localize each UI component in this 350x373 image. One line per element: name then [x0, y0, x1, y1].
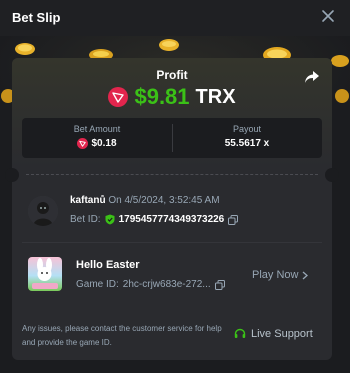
shield-icon — [105, 214, 115, 225]
modal-title: Bet Slip — [12, 10, 61, 25]
bet-id-label: Bet ID: — [70, 214, 101, 225]
play-now-label: Play Now — [252, 269, 299, 281]
bet-card: Profit $9.81 TRX Bet Amount $0.18 Payout… — [5, 58, 339, 360]
left-notch — [5, 168, 19, 182]
bet-amount-value-wrap: $0.18 — [22, 138, 172, 149]
bet-date: On 4/5/2024, 3:52:45 AM — [108, 195, 220, 206]
ticket-perforation — [5, 168, 339, 182]
section-divider — [22, 242, 322, 243]
headset-icon — [234, 328, 246, 338]
chevron-right-icon — [303, 271, 309, 279]
bet-id-value: 1795457774349373226 — [118, 214, 225, 225]
profit-amount: $9.81 TRX — [12, 84, 332, 110]
game-thumbnail[interactable] — [28, 257, 62, 291]
bet-amount-label: Bet Amount — [73, 124, 121, 134]
profit-label: Profit — [156, 68, 188, 82]
gold-coin-icon — [331, 55, 349, 67]
bet-stats: Bet Amount $0.18 Payout 55.5617 x — [22, 118, 322, 158]
game-id-label: Game ID: — [76, 279, 119, 290]
user-line: kaftanů On 4/5/2024, 3:52:45 AM — [70, 195, 220, 206]
bet-amount-stat: Bet Amount $0.18 — [22, 118, 172, 158]
play-now-button[interactable]: Play Now — [252, 269, 309, 281]
payout-label: Payout — [232, 124, 262, 134]
game-id-value: 2hc-crjw683e-272... — [122, 279, 211, 290]
share-icon[interactable] — [304, 70, 320, 84]
game-title[interactable]: Hello Easter — [76, 259, 140, 271]
help-text: Any issues, please contact the customer … — [22, 324, 222, 347]
gold-coin-icon — [159, 39, 179, 51]
easter-bunny-icon — [32, 258, 58, 289]
gold-coin-icon — [15, 43, 35, 55]
bet-id-line: Bet ID: 1795457774349373226 — [70, 214, 239, 225]
bet-slip-modal: Bet Slip Profit $9.81 TRX Bet Amount $0.… — [0, 0, 350, 373]
gold-coin-icon — [335, 89, 349, 103]
modal-header: Bet Slip — [0, 0, 350, 36]
live-support-button[interactable]: Live Support — [234, 328, 313, 340]
copy-icon[interactable] — [214, 279, 225, 290]
profit-value: $9.81 — [134, 84, 190, 109]
avatar-icon — [28, 196, 58, 226]
bet-amount-value: $0.18 — [91, 138, 117, 149]
profit-panel: Profit $9.81 TRX Bet Amount $0.18 Payout… — [12, 58, 332, 168]
trx-coin-icon — [108, 87, 129, 107]
right-notch — [325, 168, 339, 182]
game-id-line: Game ID: 2hc-crjw683e-272... — [76, 279, 225, 290]
close-icon[interactable] — [320, 8, 336, 24]
live-support-label: Live Support — [251, 328, 313, 340]
dashed-divider — [26, 174, 318, 175]
trx-coin-icon — [77, 138, 89, 149]
payout-stat: Payout 55.5617 x — [172, 118, 322, 158]
profit-currency: TRX — [195, 85, 236, 108]
username[interactable]: kaftanů — [70, 195, 106, 206]
avatar — [28, 196, 58, 226]
copy-icon[interactable] — [228, 214, 239, 225]
payout-value: 55.5617 x — [224, 138, 270, 149]
